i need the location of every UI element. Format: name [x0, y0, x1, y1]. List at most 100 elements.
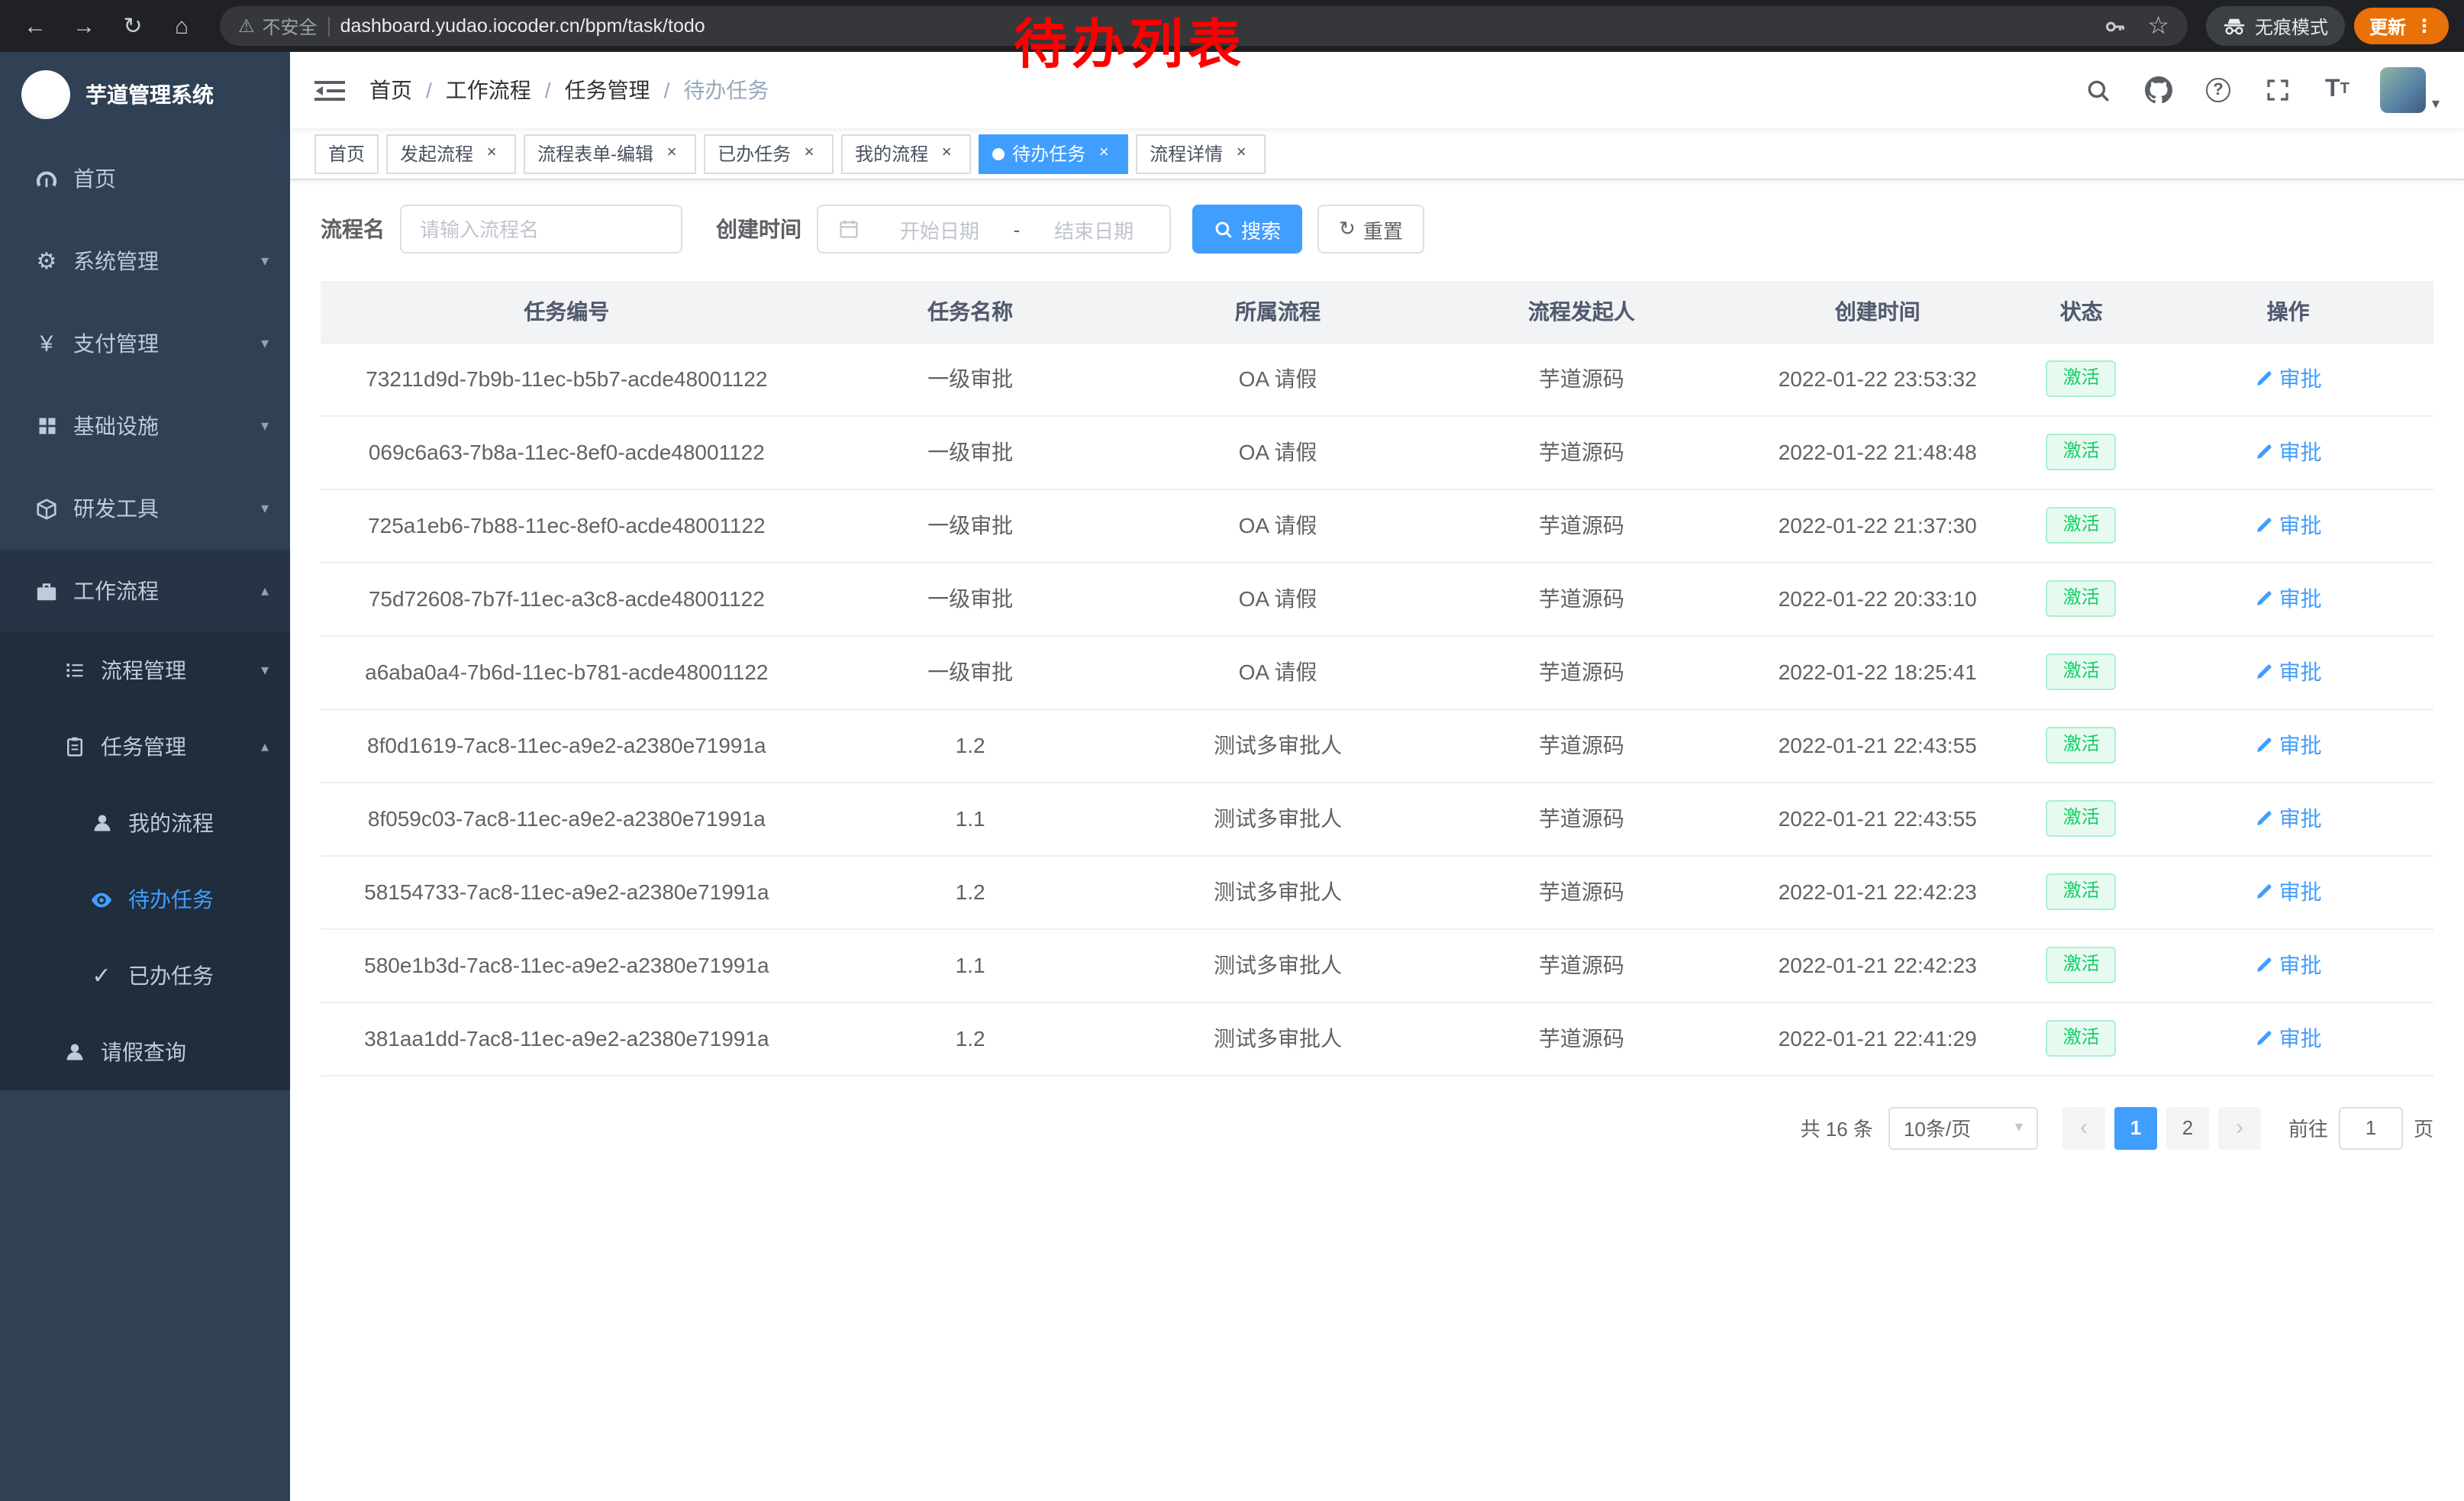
breadcrumb-workflow[interactable]: 工作流程: [446, 75, 531, 105]
omnibox-divider: [328, 16, 330, 36]
pencil-icon: [2255, 736, 2273, 754]
sidebar-item-done-task[interactable]: ✓ 已办任务: [0, 938, 290, 1014]
cell-task-name: 一级审批: [813, 562, 1128, 635]
pencil-icon: [2255, 663, 2273, 681]
search-button[interactable]: 搜索: [1192, 205, 1302, 253]
cell-created-time: 2022-01-21 22:43:55: [1735, 782, 2020, 855]
sidebar-item-payment[interactable]: ¥ 支付管理 ▾: [0, 302, 290, 385]
sidebar-item-system[interactable]: ⚙ 系统管理 ▾: [0, 220, 290, 302]
sidebar-item-workflow[interactable]: 工作流程 ▴: [0, 550, 290, 632]
tab[interactable]: 流程表单-编辑 ×: [524, 134, 696, 173]
cell-initiator: 芋道源码: [1427, 855, 1735, 928]
approve-link[interactable]: 审批: [2255, 1023, 2322, 1054]
cell-created-time: 2022-01-21 22:42:23: [1735, 855, 2020, 928]
status-badge: 激活: [2046, 873, 2117, 909]
search-icon[interactable]: [2082, 73, 2116, 107]
bookmark-star-icon[interactable]: ☆: [2147, 11, 2169, 41]
fullscreen-icon[interactable]: [2261, 73, 2295, 107]
font-size-icon[interactable]: TT: [2320, 73, 2354, 107]
cell-task-name: 一级审批: [813, 489, 1128, 562]
home-icon[interactable]: ⌂: [162, 6, 202, 46]
end-date-placeholder[interactable]: 结束日期: [1032, 215, 1156, 244]
tab-close-icon[interactable]: ×: [661, 143, 682, 164]
user-menu[interactable]: ▾: [2380, 67, 2440, 113]
page-size-select[interactable]: 10条/页 ▾: [1888, 1106, 2038, 1149]
approve-link[interactable]: 审批: [2255, 657, 2322, 687]
cell-action: 审批: [2143, 415, 2433, 489]
cell-created-time: 2022-01-22 21:48:48: [1735, 415, 2020, 489]
approve-link[interactable]: 审批: [2255, 583, 2322, 614]
cell-status: 激活: [2020, 1002, 2143, 1075]
page-number-button[interactable]: 2: [2166, 1106, 2209, 1149]
cell-process: 测试多审批人: [1128, 709, 1428, 782]
cell-created-time: 2022-01-22 20:33:10: [1735, 562, 2020, 635]
approve-link[interactable]: 审批: [2255, 950, 2322, 980]
forward-icon[interactable]: →: [64, 6, 104, 46]
tab-close-icon[interactable]: ×: [1093, 143, 1114, 164]
browser-menu-icon[interactable]: ⋮: [2415, 15, 2433, 37]
goto-page-input[interactable]: [2339, 1106, 2403, 1149]
key-icon[interactable]: [2098, 9, 2132, 43]
breadcrumb-home[interactable]: 首页: [369, 75, 412, 105]
sidebar-item-process-mgmt[interactable]: 流程管理 ▾: [0, 632, 290, 709]
sidebar-item-home[interactable]: 首页: [0, 137, 290, 220]
cell-action: 审批: [2143, 489, 2433, 562]
sidebar-item-task-mgmt[interactable]: 任务管理 ▴: [0, 709, 290, 785]
approve-link[interactable]: 审批: [2255, 730, 2322, 760]
approve-link[interactable]: 审批: [2255, 510, 2322, 541]
process-name-input[interactable]: [400, 205, 682, 253]
tab-close-icon[interactable]: ×: [936, 143, 957, 164]
column-header: 所属流程: [1128, 281, 1428, 342]
back-icon[interactable]: ←: [15, 6, 55, 46]
sidebar-logo-row[interactable]: 芋道管理系统: [0, 52, 290, 137]
sidebar-item-my-process[interactable]: 我的流程: [0, 785, 290, 861]
sidebar-item-devtools[interactable]: 研发工具 ▾: [0, 467, 290, 550]
approve-link[interactable]: 审批: [2255, 437, 2322, 467]
tab[interactable]: 已办任务 ×: [704, 134, 834, 173]
sidebar-item-leave-query[interactable]: 请假查询: [0, 1014, 290, 1090]
tab[interactable]: 我的流程 ×: [841, 134, 971, 173]
prev-page-button[interactable]: ‹: [2062, 1106, 2105, 1149]
cell-status: 激活: [2020, 415, 2143, 489]
cell-initiator: 芋道源码: [1427, 415, 1735, 489]
start-date-placeholder[interactable]: 开始日期: [878, 215, 1001, 244]
pencil-icon: [2255, 370, 2273, 388]
date-separator: -: [1014, 218, 1021, 240]
avatar[interactable]: [2380, 67, 2426, 113]
eye-icon: [89, 888, 114, 911]
next-page-button[interactable]: ›: [2218, 1106, 2261, 1149]
not-secure-badge[interactable]: ⚠ 不安全: [238, 13, 318, 39]
chevron-up-icon: ▴: [261, 738, 269, 755]
filter-bar: 流程名 创建时间 开始日期 - 结束日期 搜索: [321, 205, 2433, 253]
reload-icon[interactable]: ↻: [113, 6, 153, 46]
cell-status: 激活: [2020, 635, 2143, 709]
reset-button[interactable]: ↻ 重置: [1317, 205, 1424, 253]
yen-icon: ¥: [34, 331, 60, 357]
sidebar-item-infra[interactable]: 基础设施 ▾: [0, 385, 290, 467]
cell-task-name: 一级审批: [813, 635, 1128, 709]
incognito-icon: [2223, 15, 2246, 37]
cell-initiator: 芋道源码: [1427, 1002, 1735, 1075]
page-number-button[interactable]: 1: [2114, 1106, 2157, 1149]
tab-close-icon[interactable]: ×: [798, 143, 820, 164]
tab[interactable]: 待办任务 ×: [979, 134, 1128, 173]
tab-label: 待办任务: [1012, 140, 1085, 166]
approve-link[interactable]: 审批: [2255, 876, 2322, 907]
sidebar-item-todo-task[interactable]: 待办任务: [0, 861, 290, 938]
tab-close-icon[interactable]: ×: [481, 143, 502, 164]
pencil-icon: [2255, 809, 2273, 828]
approve-link[interactable]: 审批: [2255, 363, 2322, 394]
tab-close-icon[interactable]: ×: [1230, 143, 1252, 164]
date-range-picker[interactable]: 开始日期 - 结束日期: [817, 205, 1171, 253]
approve-link[interactable]: 审批: [2255, 803, 2322, 834]
help-icon[interactable]: ?: [2201, 73, 2235, 107]
tab[interactable]: 流程详情 ×: [1136, 134, 1266, 173]
cell-created-time: 2022-01-21 22:43:55: [1735, 709, 2020, 782]
chrome-update-button[interactable]: 更新 ⋮: [2354, 8, 2449, 44]
breadcrumb-task-mgmt[interactable]: 任务管理: [565, 75, 650, 105]
sidebar-collapse-icon[interactable]: [314, 77, 345, 103]
tab[interactable]: 发起流程 ×: [386, 134, 516, 173]
tab[interactable]: 首页 ×: [314, 134, 379, 173]
github-icon[interactable]: [2142, 73, 2175, 107]
cell-task-name: 1.2: [813, 855, 1128, 928]
